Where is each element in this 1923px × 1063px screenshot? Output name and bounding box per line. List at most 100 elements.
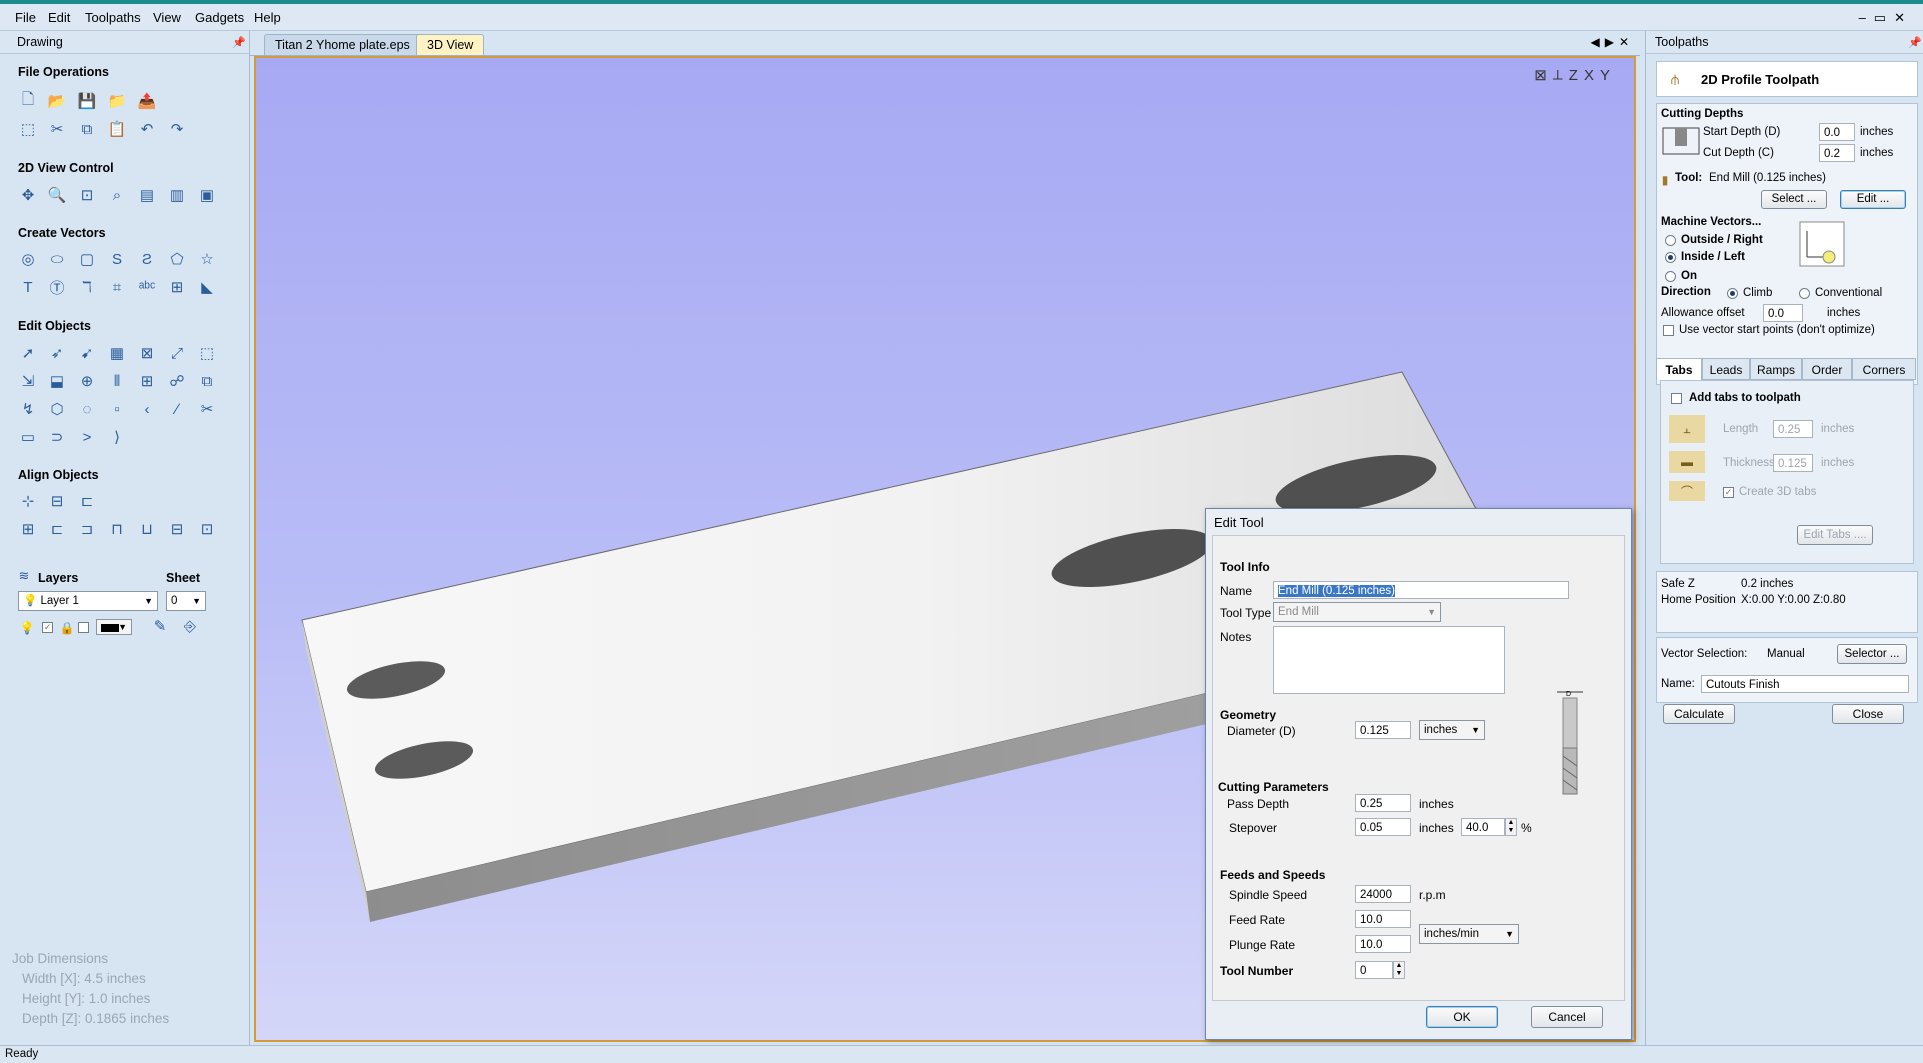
nest-icon[interactable]: ▫ [107, 399, 127, 419]
pass-depth-input[interactable]: 0.25 [1355, 794, 1411, 812]
feed-rate-input[interactable]: 10.0 [1355, 910, 1411, 928]
layer-visible-icon[interactable]: 💡 [20, 618, 35, 638]
pin-icon[interactable]: 📌 [1908, 36, 1922, 49]
bezier-icon[interactable]: ⟩ [107, 427, 127, 447]
undo-icon[interactable]: ↶ [137, 119, 157, 139]
stepover-input[interactable]: 0.05 [1355, 818, 1411, 836]
units-select[interactable]: inches ▼ [1419, 720, 1485, 740]
close-button[interactable]: Close [1832, 704, 1904, 724]
toolpath-name-input[interactable]: Cutouts Finish [1701, 675, 1909, 693]
circle-icon[interactable]: ◎ [18, 249, 38, 269]
auto-layout-text-icon[interactable]: ⌗ [107, 277, 127, 297]
select-tool-button[interactable]: Select ... [1761, 190, 1827, 209]
align-top-icon[interactable]: ⊓ [107, 519, 127, 539]
new-file-icon[interactable]: 🗋 [18, 91, 38, 111]
menu-gadgets[interactable]: Gadgets [195, 10, 244, 25]
array-icon[interactable]: ⊞ [137, 371, 157, 391]
center-align-icon[interactable]: ⊹ [18, 491, 38, 511]
join-icon[interactable]: ☍ [167, 371, 187, 391]
tab-3d-view[interactable]: 3D View [416, 34, 485, 55]
close-window-button[interactable]: ✕ [1894, 10, 1913, 25]
sheet-select[interactable]: 0 ▼ [166, 591, 206, 611]
diameter-input[interactable]: 0.125 [1355, 721, 1411, 739]
length-input[interactable]: 0.25 [1773, 420, 1813, 438]
move-icon[interactable]: ⇲ [18, 371, 38, 391]
create-3d-tabs-checkbox[interactable]: ✓ [1723, 487, 1734, 498]
layer-manager-icon[interactable]: ✎ [150, 616, 170, 636]
menu-help[interactable]: Help [254, 10, 281, 25]
fillet-icon[interactable]: ↯ [18, 399, 38, 419]
lock-icon[interactable]: 🔒 [60, 618, 75, 638]
menu-file[interactable]: File [15, 10, 36, 25]
layer-edit-icon[interactable]: ⎆ [180, 616, 200, 636]
conventional-radio[interactable] [1799, 288, 1810, 299]
star-icon[interactable]: ☆ [197, 249, 217, 269]
edit-tool-button[interactable]: Edit ... [1840, 190, 1906, 209]
layout-icon[interactable]: ▤ [137, 185, 157, 205]
plunge-rate-input[interactable]: 10.0 [1355, 935, 1411, 953]
arc-text-icon[interactable]: ᵃᵇᶜ [137, 277, 157, 297]
add-tabs-checkbox[interactable] [1671, 393, 1682, 404]
tool-type-select[interactable]: End Mill ▼ [1273, 602, 1441, 622]
mirror-icon[interactable]: ⫴ [107, 371, 127, 391]
space-horizontal-icon[interactable]: ⊟ [167, 519, 187, 539]
menu-edit[interactable]: Edit [48, 10, 70, 25]
import-icon[interactable]: 📁 [107, 91, 127, 111]
align-right-icon[interactable]: ⊐ [77, 519, 97, 539]
dimension-icon[interactable]: ⊞ [167, 277, 187, 297]
close-vector-icon[interactable]: ⊃ [47, 427, 67, 447]
center-vertical-icon[interactable]: ⊏ [77, 491, 97, 511]
menu-view[interactable]: View [153, 10, 181, 25]
text-box-icon[interactable]: Ⓣ [47, 277, 67, 297]
tab-leads[interactable]: Leads [1702, 358, 1750, 380]
start-depth-input[interactable]: 0.0 [1819, 123, 1855, 141]
tool-number-spinner[interactable]: ▲ ▼ [1393, 961, 1405, 979]
on-radio[interactable] [1665, 271, 1676, 282]
ellipse-icon[interactable]: ⬭ [47, 249, 67, 269]
center-horizontal-icon[interactable]: ⊟ [47, 491, 67, 511]
extend-icon[interactable]: ‹ [137, 399, 157, 419]
tab-prev-icon[interactable]: ◀ [1590, 35, 1604, 49]
tab-close-icon[interactable]: ✕ [1619, 35, 1634, 49]
tab-ramps[interactable]: Ramps [1750, 358, 1802, 380]
rotate-icon[interactable]: ⊕ [77, 371, 97, 391]
copy-icon[interactable]: ⧉ [77, 119, 97, 139]
tab-titan-plate[interactable]: Titan 2 Yhome plate.eps [264, 34, 421, 55]
tab-tabs[interactable]: Tabs [1656, 358, 1702, 380]
transform-icon[interactable]: ⤢ [167, 343, 187, 363]
rate-units-select[interactable]: inches/min ▼ [1419, 924, 1519, 944]
align-left-icon[interactable]: ⊏ [47, 519, 67, 539]
pan-icon[interactable]: ✥ [18, 185, 38, 205]
ok-button[interactable]: OK [1426, 1006, 1498, 1028]
job-setup-icon[interactable]: ⬚ [18, 119, 38, 139]
interactive-select-icon[interactable]: ➹ [77, 343, 97, 363]
stepover-percent-input[interactable]: 40.0 [1461, 818, 1505, 836]
notes-textarea[interactable] [1273, 626, 1505, 694]
cut-icon[interactable]: ✂ [47, 119, 67, 139]
boundary-icon[interactable]: ▭ [18, 427, 38, 447]
tab-corners[interactable]: Corners [1852, 358, 1916, 380]
rectangle-icon[interactable]: ▢ [77, 249, 97, 269]
outside-right-radio[interactable] [1665, 235, 1676, 246]
thickness-input[interactable]: 0.125 [1773, 454, 1813, 472]
zoom-selected-icon[interactable]: ⌕ [107, 185, 127, 205]
cut-depth-input[interactable]: 0.2 [1819, 144, 1855, 162]
zoom-icon[interactable]: 🔍 [47, 185, 67, 205]
spindle-speed-input[interactable]: 24000 [1355, 885, 1411, 903]
pin-icon[interactable]: 📌 [232, 36, 246, 49]
node-edit-icon[interactable]: ➶ [47, 343, 67, 363]
text-icon[interactable]: T [18, 277, 38, 297]
paste-icon[interactable]: 📋 [107, 119, 127, 139]
open-file-icon[interactable]: 📂 [47, 91, 67, 111]
display-icon[interactable]: ▣ [197, 185, 217, 205]
cancel-button[interactable]: Cancel [1531, 1006, 1603, 1028]
size-icon[interactable]: ⬓ [47, 371, 67, 391]
scissors-icon[interactable]: ✂ [197, 399, 217, 419]
use-start-points-checkbox[interactable] [1663, 325, 1674, 336]
text-on-curve-icon[interactable]: ℸ [77, 277, 97, 297]
tab-next-icon[interactable]: ▶ [1605, 35, 1619, 49]
ungroup-icon[interactable]: ⊠ [137, 343, 157, 363]
restore-button[interactable]: ▭ [1874, 10, 1894, 25]
color-select[interactable]: ▼ [96, 619, 132, 635]
group-icon[interactable]: ▦ [107, 343, 127, 363]
